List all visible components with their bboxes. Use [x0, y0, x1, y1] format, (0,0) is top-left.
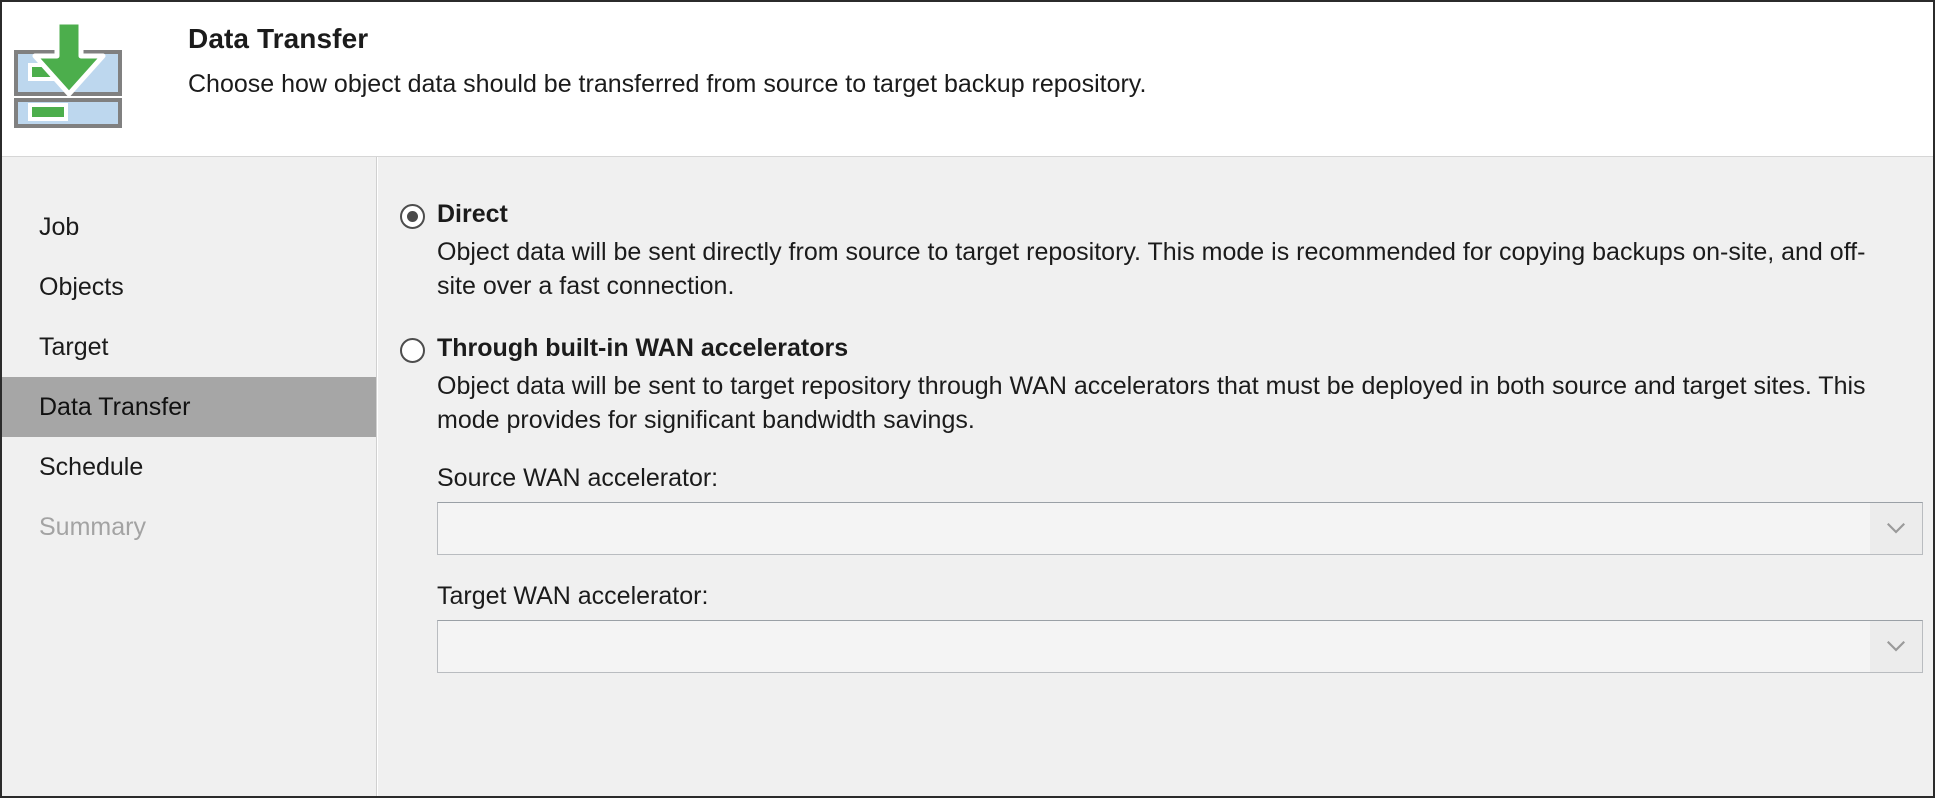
sidebar-item-target[interactable]: Target	[2, 317, 376, 377]
target-wan-accelerator-field: Target WAN accelerator:	[437, 581, 1923, 673]
radio-direct[interactable]	[400, 204, 425, 229]
page-title: Data Transfer	[188, 23, 369, 54]
option-wan-accelerators: Through built-in WAN accelerators Object…	[400, 333, 1923, 673]
data-transfer-repository-icon	[14, 20, 122, 128]
target-wan-accelerator-label: Target WAN accelerator:	[437, 582, 709, 610]
option-direct-row[interactable]: Direct	[400, 199, 1903, 229]
option-direct-label: Direct	[437, 200, 508, 228]
option-wan-accelerators-row[interactable]: Through built-in WAN accelerators	[400, 333, 1903, 363]
sidebar-item-label: Objects	[39, 272, 124, 301]
sidebar-item-label: Data Transfer	[39, 392, 191, 421]
sidebar-item-job[interactable]: Job	[2, 197, 376, 257]
data-transfer-wizard-page: Data Transfer Choose how object data sho…	[0, 0, 1935, 798]
wizard-step-sidebar: Job Objects Target Data Transfer Schedul…	[2, 157, 377, 796]
sidebar-item-schedule[interactable]: Schedule	[2, 437, 376, 497]
option-direct: Direct Object data will be sent directly…	[400, 199, 1903, 303]
option-wan-accelerators-description: Object data will be sent to target repos…	[437, 372, 1866, 434]
header-text-block: Data Transfer Choose how object data sho…	[188, 22, 1146, 99]
sidebar-item-label: Job	[39, 212, 80, 241]
page-subtitle: Choose how object data should be transfe…	[188, 70, 1147, 98]
target-wan-accelerator-select[interactable]	[437, 620, 1923, 673]
chevron-down-icon[interactable]	[1870, 621, 1922, 672]
option-wan-accelerators-label: Through built-in WAN accelerators	[437, 334, 849, 362]
sidebar-item-label: Target	[39, 332, 109, 361]
sidebar-item-objects[interactable]: Objects	[2, 257, 376, 317]
option-direct-description: Object data will be sent directly from s…	[437, 238, 1866, 300]
sidebar-item-label: Schedule	[39, 452, 144, 481]
data-transfer-options-panel: Direct Object data will be sent directly…	[378, 157, 1933, 796]
sidebar-item-data-transfer[interactable]: Data Transfer	[2, 377, 376, 437]
source-wan-accelerator-field: Source WAN accelerator:	[437, 463, 1923, 555]
chevron-down-icon[interactable]	[1870, 503, 1922, 554]
page-header: Data Transfer Choose how object data sho…	[2, 2, 1933, 157]
sidebar-item-summary: Summary	[2, 497, 376, 557]
sidebar-item-label: Summary	[39, 512, 146, 541]
source-wan-accelerator-select[interactable]	[437, 502, 1923, 555]
radio-wan-accelerators[interactable]	[400, 338, 425, 363]
source-wan-accelerator-label: Source WAN accelerator:	[437, 464, 719, 492]
